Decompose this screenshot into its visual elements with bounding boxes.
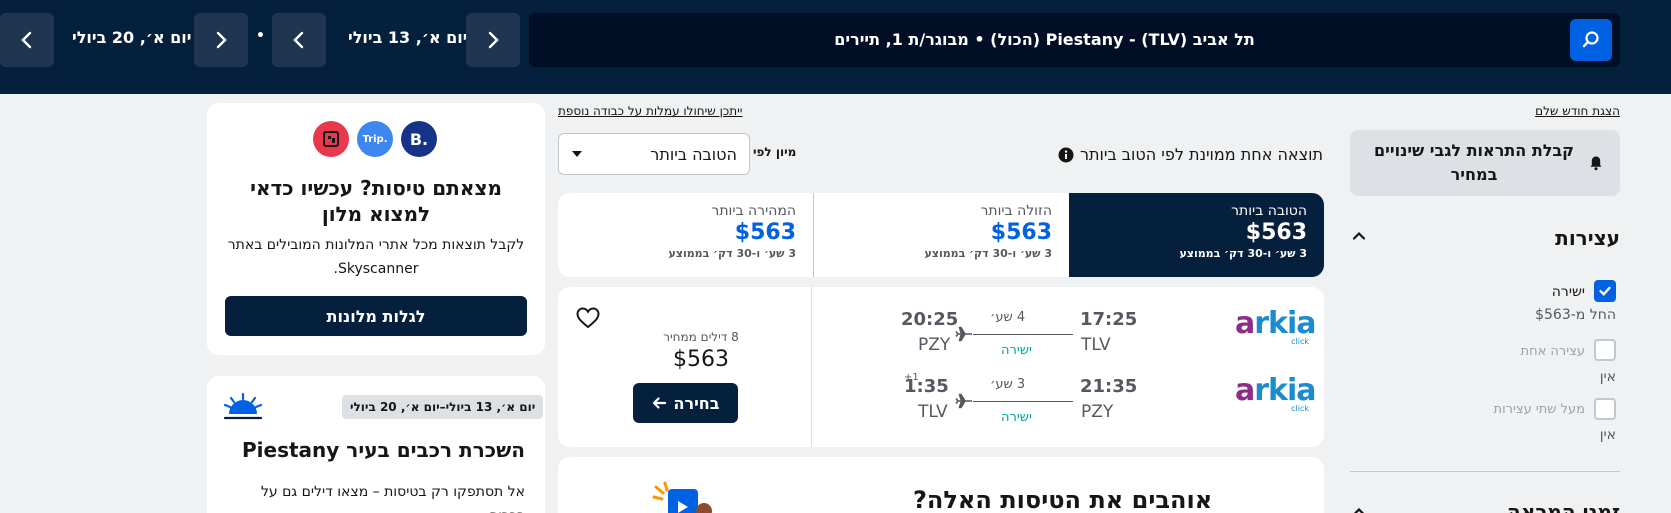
- leg2-arrival-code: TLV: [918, 402, 948, 422]
- leg1-arrival-code: PZY: [918, 335, 951, 355]
- check-icon: [1599, 286, 1611, 296]
- hotel-partner-logo: [313, 121, 349, 157]
- leg2-duration: 3 שע׳: [990, 377, 1026, 392]
- select-flight-button[interactable]: בחירה: [633, 383, 738, 423]
- sort-select-value: הטובה ביותר: [650, 144, 737, 164]
- one-stop-option-label[interactable]: עצירה אחת: [1521, 344, 1585, 359]
- flight-price: $563: [673, 347, 729, 372]
- chevron-left-icon: [293, 31, 304, 49]
- search-button[interactable]: [1570, 19, 1612, 61]
- car-rental-promo-card: יום א׳, 13 ביולי–יום א׳, 20 ביולי השכרת …: [207, 376, 545, 513]
- two-plus-stops-option-label[interactable]: מעל שתי עצירות: [1494, 402, 1585, 417]
- tab-best[interactable]: הטובה ביותר $563 3 שע׳ ו-30 דק׳ בממוצע: [1069, 193, 1324, 277]
- hotel-promo-title: מצאתם טיסות? עכשיו כדאי למצוא מלון: [250, 176, 502, 226]
- explore-hotels-button[interactable]: לגלות מלונות: [225, 296, 527, 336]
- airline-logo-text: arkia: [1235, 306, 1317, 341]
- chevron-up-icon[interactable]: [1351, 504, 1367, 513]
- tab-cheapest-label: הזולה ביותר: [980, 203, 1052, 219]
- airline-logo-text: arkia: [1235, 373, 1317, 408]
- tab-best-duration: 3 שע׳ ו-30 דק׳ בממוצע: [1179, 247, 1307, 260]
- feedback-banner-title: אוהבים את הטיסות האלה?: [913, 486, 1213, 513]
- results-summary: תוצאה אחת ממוינת לפי הטוב ביותר: [1058, 145, 1323, 164]
- sidebar-divider: [1350, 471, 1620, 472]
- flight-result-card[interactable]: arkia click 17:25 TLV 4 שע׳ ישירה 20:25 …: [558, 287, 1324, 447]
- direct-checkbox[interactable]: [1594, 280, 1616, 302]
- tab-fastest-price: $563: [734, 220, 796, 245]
- bell-icon: [1590, 156, 1602, 171]
- departure-times-title: זמני המראה: [1507, 500, 1620, 513]
- tab-best-price: $563: [1245, 220, 1307, 245]
- top-search-header: יום א׳, 20 ביולי • יום א׳, 13 ביולי תל א…: [0, 0, 1671, 94]
- return-date-label[interactable]: יום א׳, 20 ביולי: [72, 28, 192, 47]
- depart-date-label[interactable]: יום א׳, 13 ביולי: [348, 28, 468, 47]
- chevron-left-icon: [21, 31, 32, 49]
- sort-tabs: הטובה ביותר $563 3 שע׳ ו-30 דק׳ בממוצע ה…: [558, 193, 1324, 277]
- leg2-departure-time: 21:35: [1080, 376, 1138, 397]
- arrow-left-icon: [653, 397, 667, 409]
- sun-icon: [223, 392, 263, 420]
- info-icon[interactable]: [1058, 147, 1074, 163]
- direct-option-label[interactable]: ישירה: [1552, 284, 1585, 300]
- leg1-departure-code: TLV: [1081, 335, 1111, 355]
- results-summary-text: תוצאה אחת ממוינת לפי הטוב ביותר: [1079, 145, 1323, 164]
- sort-select[interactable]: הטובה ביותר: [558, 133, 750, 175]
- leg1-route-line: [973, 334, 1073, 335]
- extra-baggage-fees-link[interactable]: ייתכן שיחולו עמלות על כבודה נוספת: [558, 104, 742, 118]
- card-divider: [811, 287, 812, 447]
- tab-best-label: הטובה ביותר: [1231, 203, 1307, 219]
- booking-partner-logo: B.: [401, 121, 437, 157]
- leg2-stops: ישירה: [1001, 410, 1032, 425]
- depart-date-prev-button[interactable]: [466, 13, 520, 67]
- search-summary-bar[interactable]: תל אביב (TLV) - Piestany (הכול) • מבוגר/…: [529, 13, 1620, 67]
- leg1-stops: ישירה: [1001, 343, 1032, 358]
- hotel-promo-body: לקבל תוצאות מכל אתרי המלונות המובילים בא…: [227, 237, 525, 277]
- leg1-arrival-time: 20:25: [901, 309, 959, 330]
- two-plus-stops-option-sub: אין: [1599, 427, 1616, 443]
- direct-option-price: החל מ-$563: [1535, 307, 1616, 323]
- one-stop-checkbox[interactable]: [1594, 339, 1616, 361]
- tab-fastest[interactable]: המהירה ביותר $563 3 שע׳ ו-30 דק׳ בממוצע: [558, 193, 813, 277]
- tab-fastest-duration: 3 שע׳ ו-30 דק׳ בממוצע: [668, 247, 796, 260]
- car-rental-title: השכרת רכבים בעיר Piestany: [242, 438, 525, 462]
- stops-title: עצירות: [1555, 226, 1620, 250]
- leg1-departure-time: 17:25: [1080, 309, 1138, 330]
- return-date-prev-button[interactable]: [194, 13, 248, 67]
- airline-logo: arkia click: [1235, 373, 1317, 413]
- heart-icon[interactable]: [576, 307, 600, 329]
- airline-logo: arkia click: [1235, 306, 1317, 346]
- deals-count: 8 דילים ממחיר: [663, 330, 739, 344]
- sort-label: מיון לפי: [753, 145, 797, 159]
- feedback-banner: אוהבים את הטיסות האלה?: [558, 457, 1324, 513]
- trip-partner-logo: Trip.: [357, 121, 393, 157]
- leg1-duration: 4 שע׳: [990, 310, 1026, 325]
- plane-icon: [955, 393, 972, 409]
- tab-cheapest-duration: 3 שע׳ ו-30 דק׳ בממוצע: [924, 247, 1052, 260]
- chevron-up-icon[interactable]: [1351, 228, 1367, 244]
- chevron-right-icon: [488, 31, 499, 49]
- leg2-departure-code: PZY: [1081, 402, 1114, 422]
- tab-fastest-label: המהירה ביותר: [711, 203, 796, 219]
- depart-date-next-button[interactable]: [272, 13, 326, 67]
- chevron-right-icon: [216, 31, 227, 49]
- car-rental-body: אל תסתפקו רק בטיסות – מצאו דילים גם על ר…: [260, 484, 525, 513]
- hotel-logo-icon: [323, 131, 339, 147]
- sun-icon: [652, 481, 712, 513]
- leg2-day-offset: +1: [904, 372, 919, 383]
- one-stop-option-sub: אין: [1599, 369, 1616, 385]
- search-icon: [1582, 31, 1599, 48]
- car-rental-dates: יום א׳, 13 ביולי–יום א׳, 20 ביולי: [342, 395, 544, 419]
- tab-cheapest[interactable]: הזולה ביותר $563 3 שע׳ ו-30 דק׳ בממוצע: [813, 193, 1069, 277]
- show-full-month-link[interactable]: הצגת חודש שלם: [1535, 104, 1620, 118]
- date-separator: •: [256, 28, 265, 44]
- return-date-next-button[interactable]: [0, 13, 54, 67]
- leg2-route-line: [973, 401, 1073, 402]
- two-plus-stops-checkbox[interactable]: [1594, 398, 1616, 420]
- tab-cheapest-price: $563: [990, 220, 1052, 245]
- select-flight-label: בחירה: [673, 393, 720, 413]
- chevron-down-icon: [572, 151, 582, 157]
- price-alert-button[interactable]: קבלת התראות לגבי שינויים במחיר: [1350, 130, 1620, 196]
- hotel-promo-card: Trip. B. מצאתם טיסות? עכשיו כדאי למצוא מ…: [207, 103, 545, 355]
- price-alert-label: קבלת התראות לגבי שינויים במחיר: [1374, 141, 1574, 184]
- route-summary: תל אביב (TLV) - Piestany (הכול) • מבוגר/…: [834, 30, 1255, 49]
